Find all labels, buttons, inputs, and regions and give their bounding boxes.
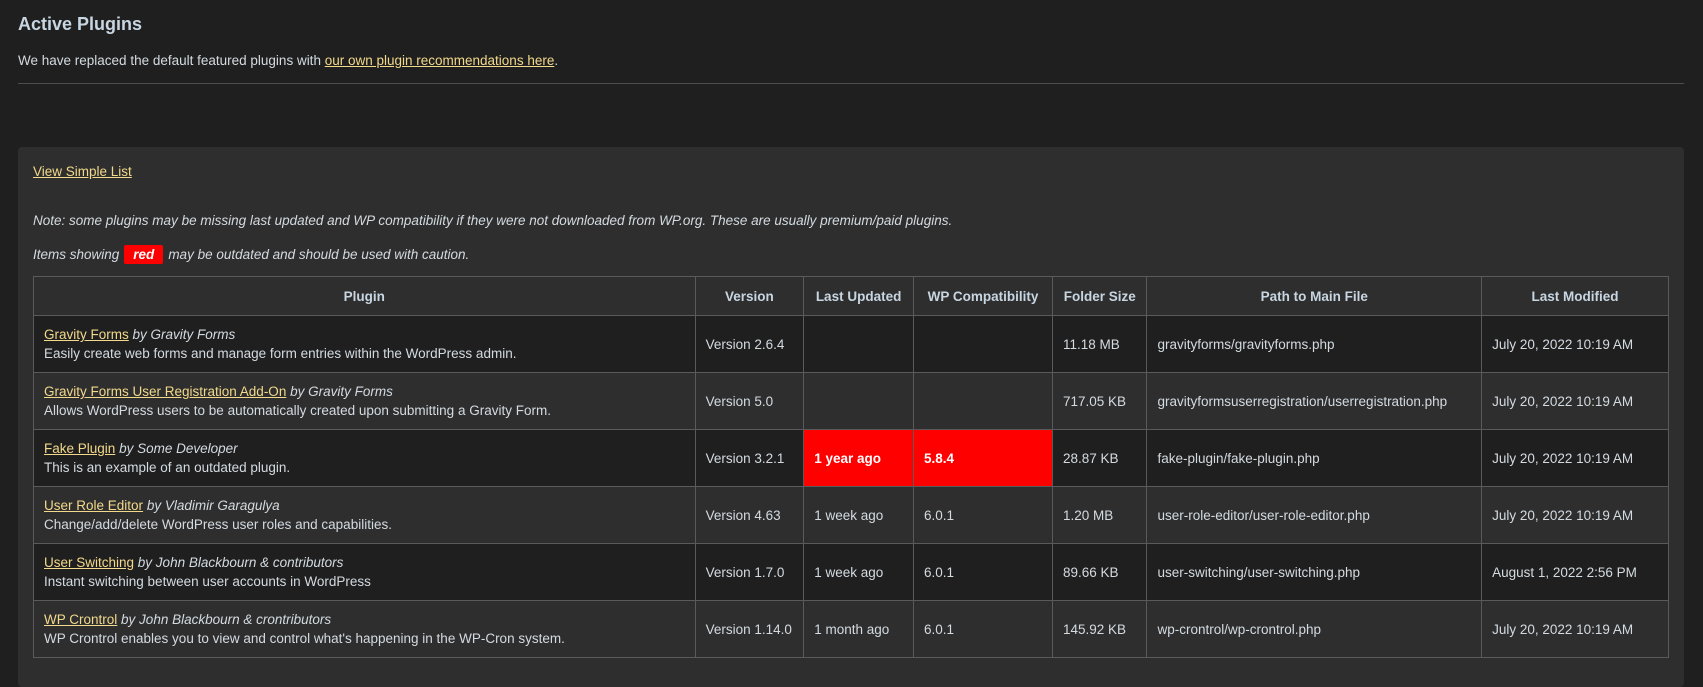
table-row: WP Crontrol by John Blackbourn & crontri… bbox=[33, 600, 1669, 658]
page-title: Active Plugins bbox=[18, 14, 143, 34]
path-cell: gravityforms/gravityforms.php bbox=[1146, 315, 1483, 373]
view-simple-list-link[interactable]: View Simple List bbox=[33, 164, 132, 179]
table-row: Gravity Forms User Registration Add-On b… bbox=[33, 372, 1669, 430]
plugin-cell: WP Crontrol by John Blackbourn & crontri… bbox=[33, 600, 696, 658]
plugin-author: by John Blackbourn & contributors bbox=[137, 555, 344, 570]
version-cell: Version 5.0 bbox=[694, 372, 805, 430]
last-updated-cell: 1 week ago bbox=[803, 543, 914, 601]
plugin-name-link[interactable]: Fake Plugin bbox=[44, 441, 115, 456]
version-cell: Version 1.14.0 bbox=[694, 600, 805, 658]
path-cell: gravityformsuserregistration/userregistr… bbox=[1146, 372, 1483, 430]
last-modified-cell: August 1, 2022 2:56 PM bbox=[1481, 543, 1669, 601]
divider bbox=[18, 83, 1684, 84]
table-row: User Role Editor by Vladimir Garagulya C… bbox=[33, 486, 1669, 544]
intro-text: We have replaced the default featured pl… bbox=[18, 53, 558, 68]
plugin-cell: User Switching by John Blackbourn & cont… bbox=[33, 543, 696, 601]
header-last-modified[interactable]: Last Modified bbox=[1481, 276, 1669, 316]
last-modified-cell: July 20, 2022 10:19 AM bbox=[1481, 315, 1669, 373]
folder-size-cell: 28.87 KB bbox=[1051, 429, 1148, 487]
plugin-description: WP Crontrol enables you to view and cont… bbox=[44, 631, 565, 646]
path-cell: fake-plugin/fake-plugin.php bbox=[1146, 429, 1483, 487]
outdated-note-suffix: may be outdated and should be used with … bbox=[168, 247, 470, 262]
outdated-note-prefix: Items showing bbox=[33, 247, 120, 262]
intro-suffix: . bbox=[554, 53, 559, 68]
plugin-cell: User Role Editor by Vladimir Garagulya C… bbox=[33, 486, 696, 544]
table-row: Fake Plugin by Some Developer This is an… bbox=[33, 429, 1669, 487]
plugin-cell: Gravity Forms User Registration Add-On b… bbox=[33, 372, 696, 430]
version-cell: Version 4.63 bbox=[694, 486, 805, 544]
folder-size-cell: 11.18 MB bbox=[1051, 315, 1148, 373]
wp-compat-cell: 6.0.1 bbox=[912, 600, 1053, 658]
plugin-description: Instant switching between user accounts … bbox=[44, 574, 371, 589]
last-modified-cell: July 20, 2022 10:19 AM bbox=[1481, 600, 1669, 658]
plugin-name-link[interactable]: Gravity Forms User Registration Add-On bbox=[44, 384, 286, 399]
plugin-author: by John Blackbourn & crontributors bbox=[121, 612, 332, 627]
red-badge: red bbox=[124, 245, 164, 264]
last-updated-cell: 1 week ago bbox=[803, 486, 914, 544]
version-cell: Version 3.2.1 bbox=[694, 429, 805, 487]
plugin-author: by Gravity Forms bbox=[290, 384, 393, 399]
header-wp-compatibility[interactable]: WP Compatibility bbox=[912, 276, 1053, 316]
last-modified-cell: July 20, 2022 10:19 AM bbox=[1481, 372, 1669, 430]
path-cell: user-switching/user-switching.php bbox=[1146, 543, 1483, 601]
header-path[interactable]: Path to Main File bbox=[1146, 276, 1483, 316]
plugin-description: Easily create web forms and manage form … bbox=[44, 346, 517, 361]
table-row: Gravity Forms by Gravity Forms Easily cr… bbox=[33, 315, 1669, 373]
header-folder-size[interactable]: Folder Size bbox=[1051, 276, 1148, 316]
wp-compat-cell-outdated: 5.8.4 bbox=[912, 429, 1053, 487]
plugin-cell: Gravity Forms by Gravity Forms Easily cr… bbox=[33, 315, 696, 373]
plugin-description: Allows WordPress users to be automatical… bbox=[44, 403, 551, 418]
header-last-updated[interactable]: Last Updated bbox=[803, 276, 914, 316]
plugin-description: Change/add/delete WordPress user roles a… bbox=[44, 517, 392, 532]
folder-size-cell: 89.66 KB bbox=[1051, 543, 1148, 601]
plugin-cell: Fake Plugin by Some Developer This is an… bbox=[33, 429, 696, 487]
header-version[interactable]: Version bbox=[694, 276, 805, 316]
plugins-table: Plugin Version Last Updated WP Compatibi… bbox=[33, 276, 1669, 658]
last-updated-cell bbox=[803, 315, 914, 373]
version-cell: Version 1.7.0 bbox=[694, 543, 805, 601]
table-row: User Switching by John Blackbourn & cont… bbox=[33, 543, 1669, 601]
folder-size-cell: 145.92 KB bbox=[1051, 600, 1148, 658]
last-updated-cell-outdated: 1 year ago bbox=[803, 429, 914, 487]
wp-compat-cell: 6.0.1 bbox=[912, 543, 1053, 601]
last-updated-cell bbox=[803, 372, 914, 430]
plugin-name-link[interactable]: User Switching bbox=[44, 555, 134, 570]
folder-size-cell: 717.05 KB bbox=[1051, 372, 1148, 430]
plugin-author: by Vladimir Garagulya bbox=[146, 498, 280, 513]
wp-compat-cell: 6.0.1 bbox=[912, 486, 1053, 544]
header-plugin[interactable]: Plugin bbox=[33, 276, 696, 316]
plugin-author: by Some Developer bbox=[119, 441, 238, 456]
plugin-name-link[interactable]: WP Crontrol bbox=[44, 612, 117, 627]
plugin-author: by Gravity Forms bbox=[132, 327, 236, 342]
path-cell: wp-crontrol/wp-crontrol.php bbox=[1146, 600, 1483, 658]
plugin-name-link[interactable]: Gravity Forms bbox=[44, 327, 129, 342]
folder-size-cell: 1.20 MB bbox=[1051, 486, 1148, 544]
last-modified-cell: July 20, 2022 10:19 AM bbox=[1481, 429, 1669, 487]
wp-compat-cell bbox=[912, 372, 1053, 430]
outdated-note: Items showing red may be outdated and sh… bbox=[33, 245, 469, 264]
compatibility-note: Note: some plugins may be missing last u… bbox=[33, 213, 953, 228]
table-header-row: Plugin Version Last Updated WP Compatibi… bbox=[33, 276, 1669, 316]
plugin-name-link[interactable]: User Role Editor bbox=[44, 498, 143, 513]
intro-prefix: We have replaced the default featured pl… bbox=[18, 53, 325, 68]
path-cell: user-role-editor/user-role-editor.php bbox=[1146, 486, 1483, 544]
plugins-panel: View Simple List Note: some plugins may … bbox=[18, 147, 1684, 687]
last-modified-cell: July 20, 2022 10:19 AM bbox=[1481, 486, 1669, 544]
version-cell: Version 2.6.4 bbox=[694, 315, 805, 373]
plugin-description: This is an example of an outdated plugin… bbox=[44, 460, 291, 475]
wp-compat-cell bbox=[912, 315, 1053, 373]
plugin-recommendations-link[interactable]: our own plugin recommendations here bbox=[325, 53, 555, 68]
last-updated-cell: 1 month ago bbox=[803, 600, 914, 658]
